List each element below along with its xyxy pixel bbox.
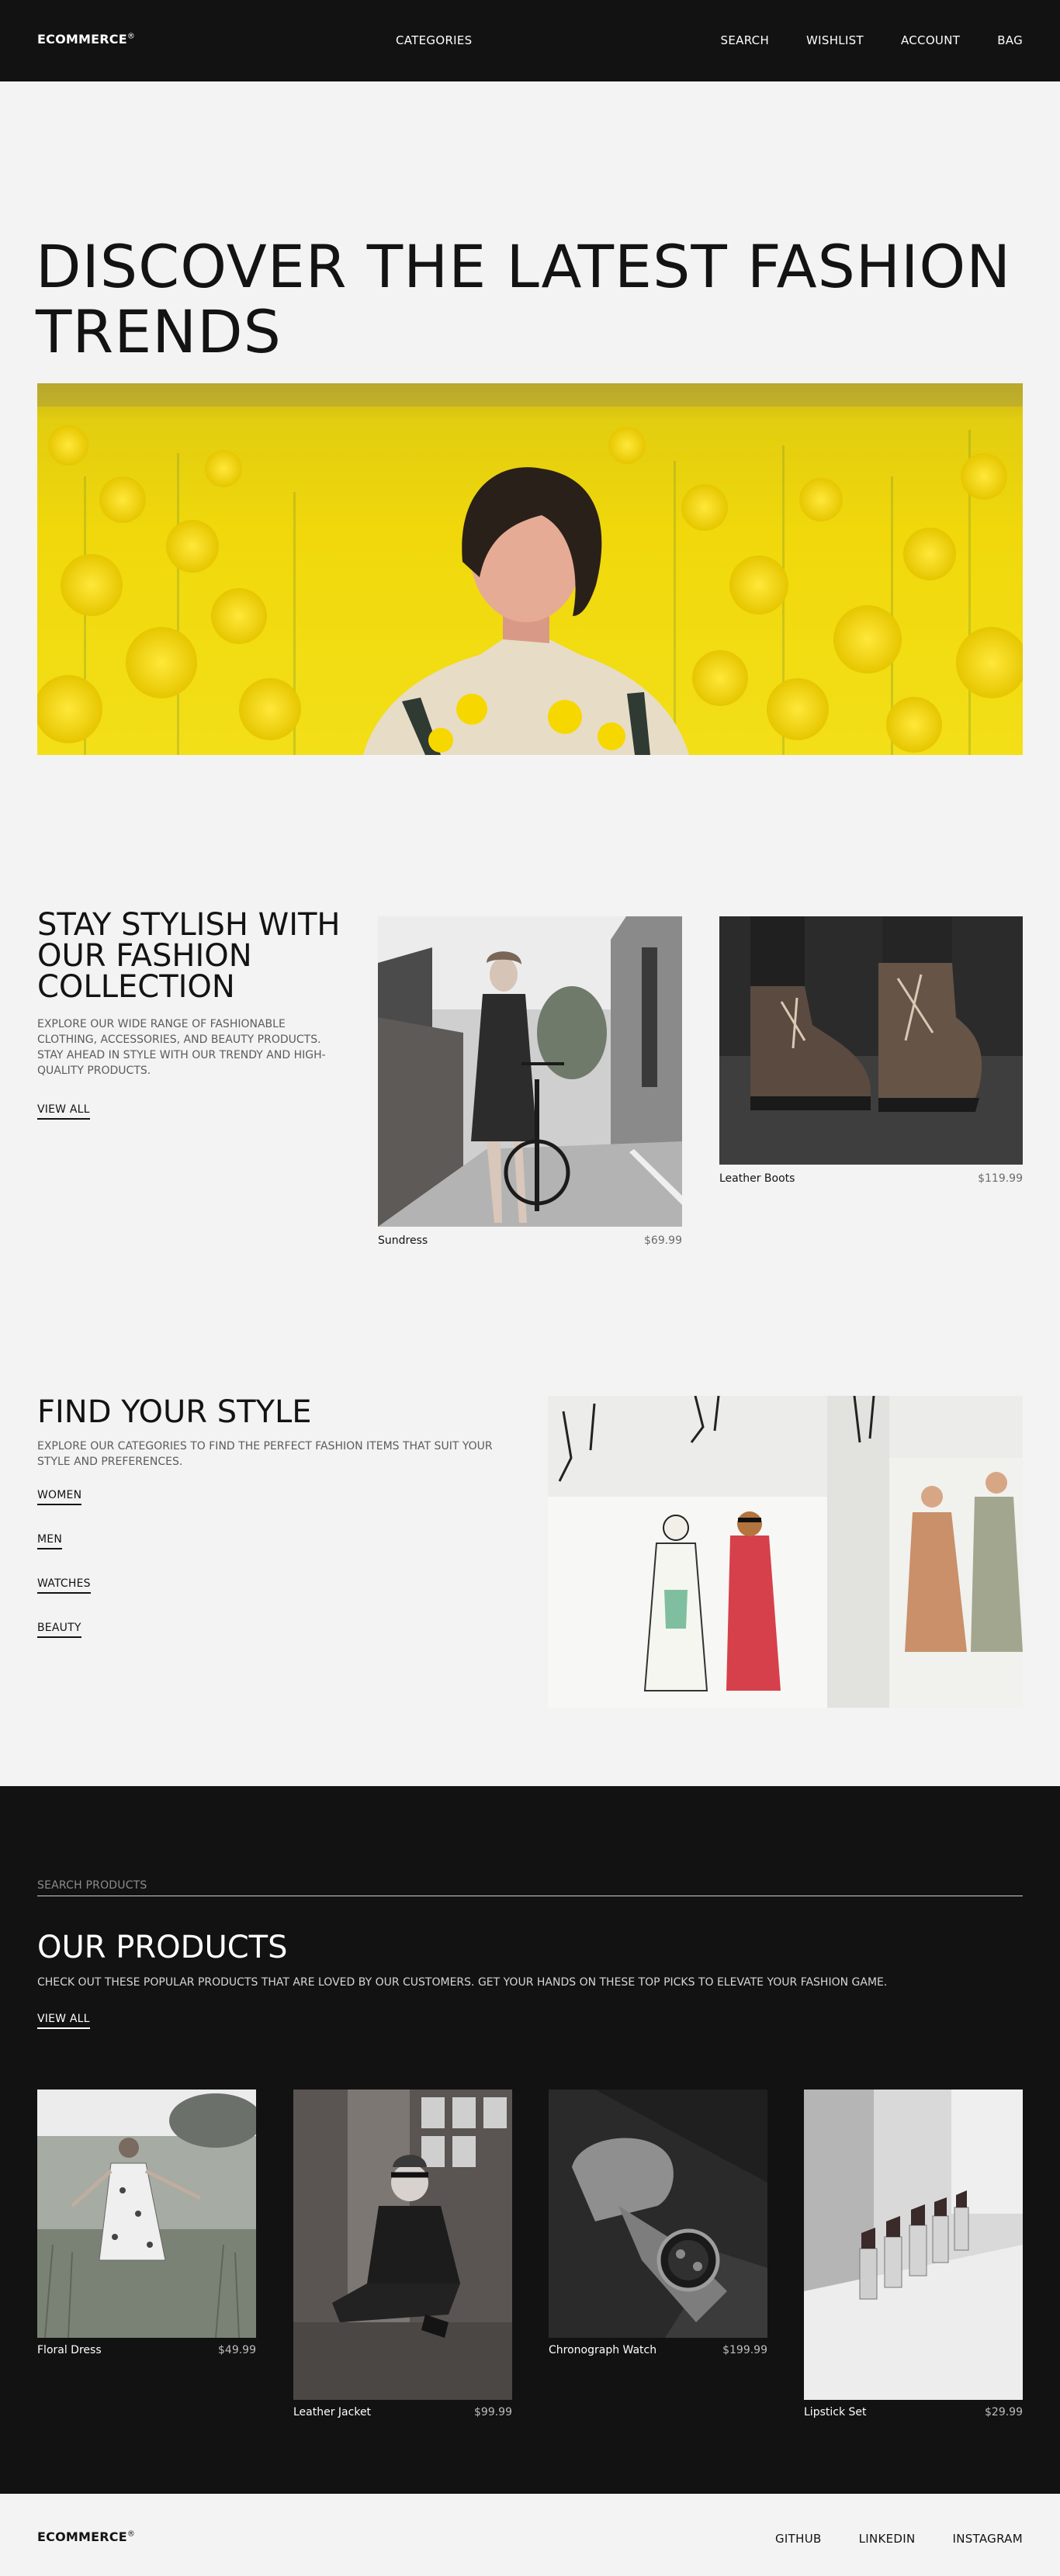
- category-link-beauty[interactable]: BEAUTY: [37, 1622, 81, 1638]
- product-price: $119.99: [978, 1172, 1023, 1185]
- product-price: $49.99: [218, 2344, 256, 2356]
- leather-jacket-meta: Leather Jacket $99.99: [293, 2406, 512, 2418]
- product-name: Chronograph Watch: [549, 2344, 657, 2356]
- find-style-description: EXPLORE OUR CATEGORIES TO FIND THE PERFE…: [37, 1440, 493, 1468]
- product-name: Leather Boots: [719, 1172, 795, 1185]
- registered-mark: ®: [126, 32, 136, 41]
- footer-link-linkedin[interactable]: LINKEDIN: [859, 2532, 916, 2546]
- sundress-meta: Sundress $69.99: [378, 1234, 682, 1247]
- product-card-leather-jacket[interactable]: Leather Jacket $99.99: [293, 2090, 512, 2418]
- nav-link-account[interactable]: ACCOUNT: [901, 33, 960, 47]
- site-footer: ECOMMERCE® GITHUB LINKEDIN INSTAGRAM: [0, 2494, 1060, 2576]
- footer-link-github[interactable]: GITHUB: [775, 2532, 822, 2546]
- registered-mark: ®: [126, 2529, 136, 2539]
- collection-section: STAY STYLISH WITH OUR FASHION COLLECTION…: [0, 756, 1060, 1335]
- floral-dress-image: [37, 2090, 256, 2338]
- leather-jacket-image: [293, 2090, 512, 2400]
- products-section: SEARCH PRODUCTS OUR PRODUCTS CHECK OUT T…: [0, 1786, 1060, 2494]
- lipstick-set-meta: Lipstick Set $29.99: [804, 2406, 1023, 2418]
- product-card-sundress[interactable]: Sundress $69.99: [378, 916, 682, 1247]
- find-style-title: FIND YOUR STYLE: [37, 1394, 312, 1430]
- lipstick-set-image: [804, 2090, 1023, 2400]
- brand-logo-text: ECOMMERCE: [37, 32, 127, 47]
- collection-description: EXPLORE OUR WIDE RANGE OF FASHIONABLE CL…: [37, 1018, 326, 1077]
- category-link-women[interactable]: WOMEN: [37, 1489, 82, 1505]
- product-card-chronograph-watch[interactable]: Chronograph Watch $199.99: [549, 2090, 767, 2356]
- products-description: CHECK OUT THESE POPULAR PRODUCTS THAT AR…: [37, 1976, 888, 1989]
- product-card-lipstick-set[interactable]: Lipstick Set $29.99: [804, 2090, 1023, 2418]
- category-link-watches[interactable]: WATCHES: [37, 1577, 91, 1594]
- product-search-field[interactable]: SEARCH PRODUCTS: [37, 1879, 1023, 1896]
- category-link-men[interactable]: MEN: [37, 1533, 62, 1549]
- leather-boots-meta: Leather Boots $119.99: [719, 1172, 1023, 1185]
- chronograph-watch-image: [549, 2090, 767, 2338]
- product-price: $29.99: [985, 2406, 1023, 2418]
- products-view-all-link[interactable]: VIEW ALL: [37, 2013, 90, 2029]
- product-name: Sundress: [378, 1234, 428, 1247]
- leather-boots-image: [719, 916, 1023, 1165]
- nav-link-categories[interactable]: CATEGORIES: [396, 33, 473, 47]
- chronograph-watch-meta: Chronograph Watch $199.99: [549, 2344, 767, 2356]
- product-name: Leather Jacket: [293, 2406, 372, 2418]
- product-name: Lipstick Set: [804, 2406, 867, 2418]
- sundress-image: [378, 916, 682, 1227]
- hero-image: [37, 383, 1023, 755]
- nav-link-bag[interactable]: BAG: [997, 33, 1023, 47]
- footer-brand-logo[interactable]: ECOMMERCE®: [37, 2529, 135, 2544]
- fashion-sketches-image: [548, 1396, 1023, 1708]
- product-price: $99.99: [474, 2406, 512, 2418]
- floral-dress-meta: Floral Dress $49.99: [37, 2344, 256, 2356]
- header-actions: SEARCH WISHLIST ACCOUNT BAG: [721, 33, 1023, 47]
- nav-link-search[interactable]: SEARCH: [721, 33, 770, 47]
- product-name: Floral Dress: [37, 2344, 102, 2356]
- footer-logo-text: ECOMMERCE: [37, 2529, 127, 2544]
- collection-title: STAY STYLISH WITH OUR FASHION COLLECTION: [37, 907, 341, 1005]
- products-title: OUR PRODUCTS: [37, 1930, 288, 1965]
- nav-link-wishlist[interactable]: WISHLIST: [806, 33, 864, 47]
- footer-social-links: GITHUB LINKEDIN INSTAGRAM: [775, 2532, 1023, 2546]
- collection-view-all-link[interactable]: VIEW ALL: [37, 1103, 90, 1120]
- product-price: $69.99: [644, 1234, 682, 1247]
- product-card-floral-dress[interactable]: Floral Dress $49.99: [37, 2090, 256, 2356]
- footer-link-instagram[interactable]: INSTAGRAM: [952, 2532, 1023, 2546]
- top-navigation-bar: ECOMMERCE® CATEGORIES SEARCH WISHLIST AC…: [0, 0, 1060, 81]
- product-price: $199.99: [722, 2344, 767, 2356]
- hero-section: DISCOVER THE LATEST FASHION TRENDS: [0, 81, 1060, 756]
- hero-title: DISCOVER THE LATEST FASHION TRENDS: [36, 232, 1012, 366]
- product-card-leather-boots[interactable]: Leather Boots $119.99: [719, 916, 1023, 1185]
- brand-logo[interactable]: ECOMMERCE®: [37, 32, 135, 47]
- find-style-section: FIND YOUR STYLE EXPLORE OUR CATEGORIES T…: [0, 1335, 1060, 1786]
- category-links: WOMEN MEN WATCHES BEAUTY: [37, 1489, 91, 1666]
